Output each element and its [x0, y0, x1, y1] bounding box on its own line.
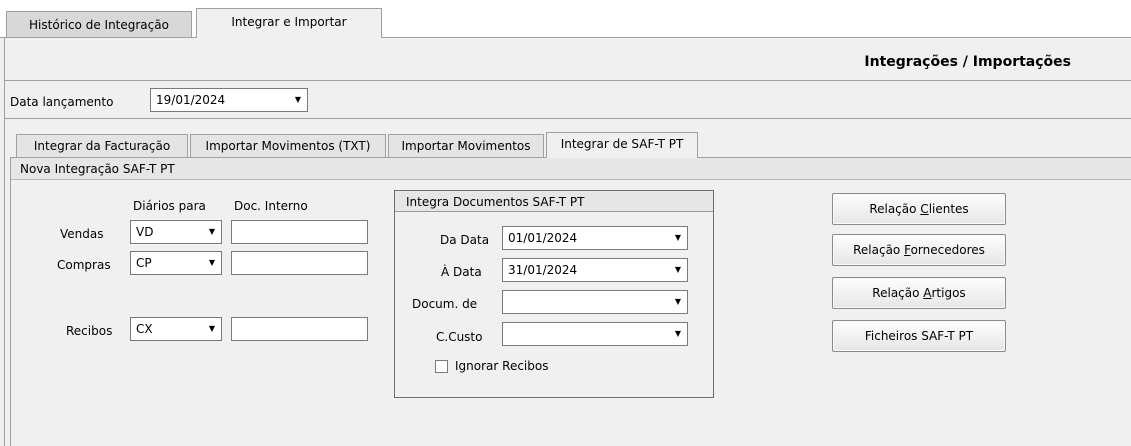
tab-integrar-saft[interactable]: Integrar de SAF-T PT — [546, 132, 698, 158]
outer-panel-left-border — [4, 37, 5, 446]
vendas-diario-select[interactable]: VD ▼ — [130, 220, 222, 244]
ignorar-recibos-label: Ignorar Recibos — [455, 359, 549, 373]
docum-de-label: Docum. de — [412, 297, 478, 311]
header-separator — [4, 80, 1131, 81]
col-diarios-header: Diários para — [133, 199, 206, 213]
compras-label: Compras — [57, 258, 111, 272]
button-accelerator-key: A — [923, 286, 932, 300]
outer-tab-baseline — [0, 37, 1131, 38]
tab-historico[interactable]: Histórico de Integração — [6, 11, 192, 38]
tab-importar-movimentos-txt[interactable]: Importar Movimentos (TXT) — [190, 134, 386, 158]
chevron-down-icon: ▼ — [208, 258, 215, 267]
chevron-down-icon: ▼ — [674, 233, 681, 242]
relacao-artigos-button[interactable]: Relação Artigos — [832, 277, 1006, 309]
button-accelerator-key: C — [920, 202, 929, 216]
button-label-suffix: lientes — [928, 202, 969, 216]
da-data-select[interactable]: 01/01/2024 ▼ — [502, 226, 688, 250]
vendas-label: Vendas — [60, 227, 104, 241]
a-data-value: 31/01/2024 — [508, 263, 578, 277]
vendas-diario-value: VD — [136, 225, 154, 239]
button-label-prefix: Relação — [853, 243, 905, 257]
button-label-prefix: Relação — [872, 286, 924, 300]
col-doc-interno-header: Doc. Interno — [234, 199, 308, 213]
recibos-doc-input[interactable] — [231, 317, 368, 341]
data-lancamento-select[interactable]: 19/01/2024 ▼ — [150, 88, 308, 112]
recibos-label: Recibos — [66, 324, 113, 338]
data-row-separator — [4, 118, 1131, 119]
page-title: Integrações / Importações — [864, 54, 1071, 70]
tab-integrar-importar[interactable]: Integrar e Importar — [196, 8, 382, 38]
docum-de-select[interactable]: ▼ — [502, 290, 688, 314]
chevron-down-icon: ▼ — [208, 324, 215, 333]
relacao-clientes-button[interactable]: Relação Clientes — [832, 193, 1006, 225]
button-label-suffix: ornecedores — [910, 243, 985, 257]
recibos-diario-value: CX — [136, 322, 153, 336]
a-data-label: À Data — [441, 265, 482, 279]
data-lancamento-label: Data lançamento — [10, 95, 114, 109]
c-custo-select[interactable]: ▼ — [502, 322, 688, 346]
tab-importar-movimentos[interactable]: Importar Movimentos — [388, 134, 544, 158]
chevron-down-icon: ▼ — [294, 95, 301, 104]
ignorar-recibos-checkbox[interactable] — [435, 360, 448, 373]
docs-group-title: Integra Documentos SAF-T PT — [406, 195, 585, 209]
a-data-select[interactable]: 31/01/2024 ▼ — [502, 258, 688, 282]
section-title: Nova Integração SAF-T PT — [20, 162, 175, 176]
button-label-suffix: rtigos — [931, 286, 966, 300]
relacao-fornecedores-button[interactable]: Relação Fornecedores — [832, 234, 1006, 266]
section-header-bar — [11, 158, 1131, 180]
button-label-prefix: Relação — [869, 202, 921, 216]
chevron-down-icon: ▼ — [208, 227, 215, 236]
compras-diario-value: CP — [136, 256, 152, 270]
c-custo-label: C.Custo — [436, 330, 483, 344]
compras-doc-input[interactable] — [231, 251, 368, 275]
da-data-value: 01/01/2024 — [508, 231, 578, 245]
compras-diario-select[interactable]: CP ▼ — [130, 251, 222, 275]
da-data-label: Da Data — [440, 233, 490, 247]
chevron-down-icon: ▼ — [674, 297, 681, 306]
tab-integrar-facturacao[interactable]: Integrar da Facturação — [16, 134, 188, 158]
vendas-doc-input[interactable] — [231, 220, 368, 244]
chevron-down-icon: ▼ — [674, 265, 681, 274]
chevron-down-icon: ▼ — [674, 329, 681, 338]
data-lancamento-value: 19/01/2024 — [156, 93, 226, 107]
ficheiros-saft-button[interactable]: Ficheiros SAF-T PT — [832, 320, 1006, 352]
recibos-diario-select[interactable]: CX ▼ — [130, 317, 222, 341]
